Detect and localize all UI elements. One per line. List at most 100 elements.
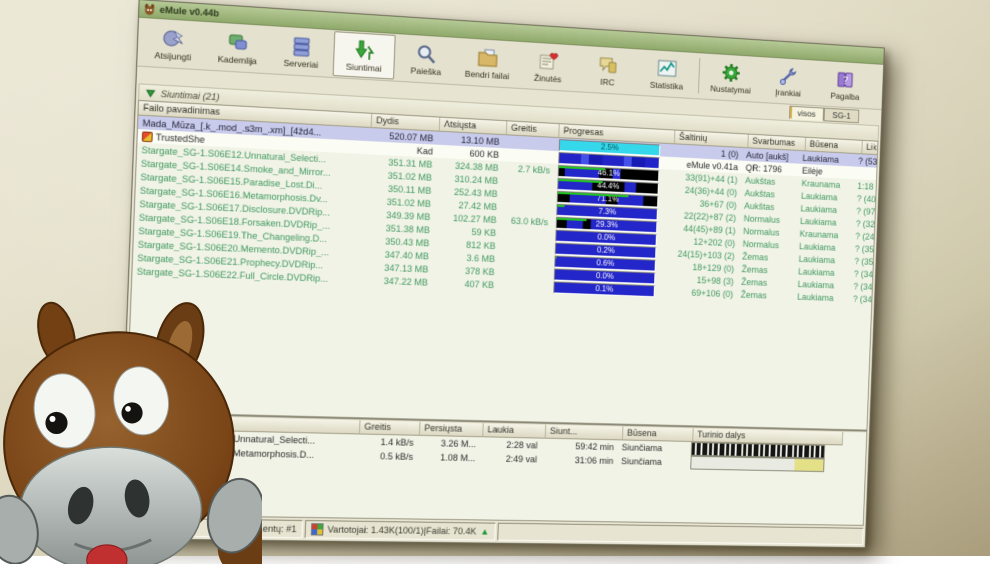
eye-highlight (49, 416, 55, 422)
app-icon (143, 3, 155, 15)
disconnect-icon (161, 26, 185, 50)
toolbar-button-label: IRC (600, 76, 615, 87)
shared-files-icon (476, 46, 499, 69)
category-tabs: visosSG-1 (789, 106, 860, 124)
cell-speed (499, 259, 550, 261)
cell-st: Laukiama (795, 253, 851, 265)
cell-st: Laukiama (797, 203, 853, 215)
cell-size: 347.22 MB (365, 275, 432, 288)
cell-speed (502, 181, 553, 184)
toolbar-button-bendri-failai[interactable]: Bendri failai (457, 39, 519, 87)
cell-speed (498, 285, 549, 287)
window-title: eMule v0.44b (159, 5, 219, 19)
emule-donkey-mascot (0, 290, 262, 564)
cell-st: Laukiama (797, 190, 853, 202)
cell-speed: 2.7 kB/s (502, 163, 554, 176)
toolbar-button-label: Serveriai (283, 57, 318, 69)
cell-speed (501, 207, 552, 209)
help-icon: ? (835, 68, 856, 91)
upload-column-header-wait[interactable]: Laukia (483, 423, 546, 438)
toolbar-button-atsijungti[interactable]: Atsijungti (140, 19, 206, 68)
cell-pri: Žemas (738, 264, 795, 276)
desktop: eMule v0.44b Atsijungti Kademlija Serveria… (0, 0, 990, 556)
cell-left (854, 173, 878, 177)
irc-icon (597, 53, 619, 76)
cell-pri: Aukštas (741, 188, 798, 201)
toolbar-button-label: Paieška (410, 65, 441, 77)
toolbar-button-kademlija[interactable]: Kademlija (205, 23, 270, 72)
cell-st: Laukiama (796, 216, 852, 228)
cell-tx: 812 KB (433, 238, 500, 251)
toolbar-button-label: Bendri failai (465, 68, 510, 81)
cell-speed (504, 142, 555, 145)
status-segment-spacer (497, 523, 864, 545)
toolbar-button-label: Siuntimai (346, 61, 382, 73)
tools-icon (778, 65, 799, 88)
cell-pri: Normalus (739, 238, 796, 250)
toolbar-button-nustatymai[interactable]: Nustatymai (702, 54, 761, 101)
cell-pri: Žemas (737, 276, 794, 288)
cell-size: 350.43 MB (366, 235, 433, 248)
cell-speed (503, 155, 554, 158)
cell-wait: 2:49 val (479, 453, 541, 464)
toolbar-button-irc[interactable]: IRC (578, 47, 638, 94)
cell-tx: 3.26 M... (417, 438, 480, 449)
collapse-arrow-icon (146, 88, 156, 98)
cell-speed (500, 233, 551, 235)
options-icon (720, 61, 742, 84)
donkey-right-pupil (121, 402, 142, 423)
toolbar-button-statistika[interactable]: Statistika (637, 50, 696, 97)
kad-icon (226, 30, 250, 54)
cell-st: Laukiama (794, 279, 850, 291)
search-icon (415, 42, 438, 66)
downloads-section-label: Siuntimai (21) (161, 88, 220, 102)
cell-st: Laukiama (793, 291, 849, 303)
cell-pri: Žemas (737, 289, 794, 301)
cell-sent: 59:42 min (541, 441, 618, 453)
cell-status: Siunčiama (617, 456, 687, 467)
transfers-icon (353, 38, 376, 62)
cell-wait: 2:28 val (480, 439, 542, 450)
toolbar-button-paie-ka[interactable]: Paieška (395, 35, 457, 83)
cell-pri: Normalus (740, 213, 797, 225)
cell-tx: 3.6 MB (433, 251, 500, 264)
toolbar-button-label: Atsijungti (154, 49, 191, 62)
upload-column-header-speed[interactable]: Greitis (360, 420, 421, 436)
client-icon (142, 131, 153, 142)
svg-text:?: ? (843, 74, 849, 87)
toolbar-button-label: Žinutės (534, 72, 562, 84)
cell-size: 351.38 MB (367, 222, 434, 235)
toolbar-button-serveriai[interactable]: Serveriai (269, 27, 333, 76)
cell-st: Kraunama (796, 228, 852, 240)
toolbar-button-siuntimai[interactable]: Siuntimai (333, 31, 396, 79)
cell-speed: 0.5 kB/s (358, 451, 417, 462)
cell-sent: 31:06 min (541, 455, 618, 466)
toolbar-button-pagalba[interactable]: ? Pagalba (817, 62, 874, 108)
category-tab-visos[interactable]: visos (789, 106, 824, 122)
cell-tx: 378 KB (432, 264, 499, 277)
up-arrow-icon: ▲ (480, 526, 489, 536)
messages-icon (537, 49, 560, 72)
status-users-text: Vartotojai: 1.43K(100/1)|Failai: 70.4K (327, 524, 476, 536)
toolbar-separator (698, 58, 700, 93)
cell-speed: 1.4 kB/s (358, 436, 417, 447)
status-segment-network: Vartotojai: 1.43K(100/1)|Failai: 70.4K ▲ (304, 520, 495, 541)
toolbar-button--inut-s[interactable]: Žinutės (518, 43, 579, 90)
cell-pri: Žemas (738, 251, 795, 263)
cell-pri: Aukštas (740, 200, 797, 212)
servers-icon (290, 34, 314, 58)
cell-src: 69+106 (0) (664, 286, 737, 299)
cell-tx: 59 KB (434, 225, 501, 238)
statistics-icon (656, 57, 678, 80)
toolbar-button-label: Nustatymai (710, 83, 751, 95)
cell-size: 347.40 MB (366, 248, 433, 261)
category-tab-sg-1[interactable]: SG-1 (824, 108, 860, 124)
status-boards-text: Lentų: #1 (257, 523, 296, 534)
toolbar-button--rankiai[interactable]: Įrankiai (760, 58, 818, 104)
cell-status: Siunčiama (618, 442, 688, 453)
cell-st: Laukiama (794, 266, 850, 278)
upload-column-header-tx[interactable]: Persiųsta (420, 422, 484, 438)
cell-tx: 1.08 M... (417, 452, 480, 463)
toolbar-button-label: Statistika (650, 79, 684, 91)
toolbar-button-label: Pagalba (830, 90, 859, 101)
